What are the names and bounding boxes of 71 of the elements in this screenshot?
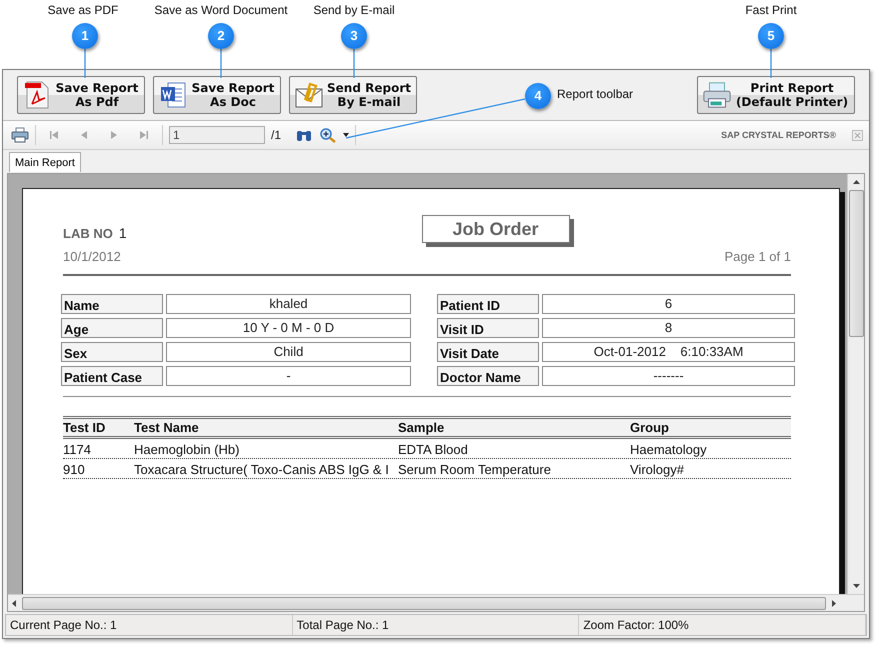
callout-badge: 3	[341, 23, 367, 49]
action-button[interactable]: Save Report As Pdf	[17, 76, 145, 114]
field-label: Visit ID	[437, 318, 539, 338]
caret-icon[interactable]	[343, 133, 350, 137]
action-button[interactable]: Save Report As Doc	[153, 76, 281, 114]
field-label: Sex	[61, 342, 163, 362]
lab-no-value: 1	[118, 225, 127, 241]
table-cell-text: Virology#	[630, 461, 685, 478]
word-document-icon	[158, 80, 188, 110]
scroll-up-icon[interactable]	[852, 180, 860, 184]
field-value: khaled	[166, 294, 411, 314]
callout-badge: 2	[208, 23, 234, 49]
callout-badge: 1	[72, 23, 98, 49]
scroll-right-icon[interactable]	[832, 600, 836, 606]
field-value: -------	[542, 366, 795, 386]
field-label: Doctor Name	[437, 366, 539, 386]
horizontal-scrollbar[interactable]	[8, 594, 864, 611]
brand-label: SAP CRYSTAL REPORTS®	[721, 130, 836, 140]
table-cell-text: Haematology	[630, 441, 708, 458]
table-cell-text: Haemoglobin (Hb)	[134, 441, 240, 458]
scroll-thumb[interactable]	[22, 596, 826, 610]
field-value: 8	[542, 318, 795, 338]
table-cell-text: Serum Room Temperature	[398, 461, 552, 478]
leader-line	[353, 49, 355, 78]
field-value: 6	[542, 294, 795, 314]
vertical-scrollbar[interactable]	[847, 174, 864, 594]
callout-label: Fast Print	[745, 3, 797, 17]
field-label: Age	[61, 318, 163, 338]
callout-label: Save as Word Document	[154, 3, 288, 17]
leader-line	[220, 49, 222, 78]
print-icon[interactable]	[11, 127, 29, 143]
field-label: Name	[61, 294, 163, 314]
scroll-thumb[interactable]	[848, 190, 864, 337]
envelope-paperclip-icon	[294, 80, 324, 110]
status-text: Total Page No.: 1	[292, 615, 580, 635]
leader-line	[84, 49, 86, 78]
status-text: Zoom Factor: 100%	[579, 615, 866, 635]
printer-icon	[702, 80, 732, 110]
scroll-left-icon[interactable]	[12, 600, 16, 606]
action-button[interactable]: Send Report By E-mail	[289, 76, 417, 114]
action-button[interactable]: Print Report (Default Printer)	[697, 76, 855, 114]
column-header: Sample	[398, 419, 446, 436]
close-icon[interactable]	[852, 130, 863, 140]
callout-label: Send by E-mail	[313, 3, 395, 17]
callout-badge: 5	[758, 23, 784, 49]
field-value: 10 Y - 0 M - 0 D	[166, 318, 411, 338]
field-label: Patient ID	[437, 294, 539, 314]
lab-no-label: LAB NO	[63, 226, 113, 241]
leader-line	[770, 49, 772, 78]
table-cell-text: Toxacara Structure( Toxo-Canis ABS IgG & I	[134, 461, 390, 478]
callout-label: Save as PDF	[48, 3, 118, 17]
callout-label: Report toolbar	[557, 87, 634, 101]
column-header: Test Name	[134, 419, 200, 436]
report-date: 10/1/2012	[63, 249, 122, 264]
status-text: Current Page No.: 1	[6, 615, 293, 635]
field-value: -	[166, 366, 411, 386]
page-total: /1	[271, 128, 282, 142]
table-cell-text: 910	[63, 461, 86, 478]
field-value: Child	[166, 342, 411, 362]
field-label: Patient Case	[61, 366, 163, 386]
scroll-down-icon[interactable]	[852, 584, 860, 588]
report-tab[interactable]: Main Report	[9, 152, 81, 172]
page-number-field[interactable]: 1	[169, 126, 265, 144]
field-label: Visit Date	[437, 342, 539, 362]
table-cell-text: EDTA Blood	[398, 441, 469, 458]
field-value: Oct-01-2012 6:10:33AM	[542, 342, 795, 362]
page-indicator: Page 1 of 1	[724, 249, 791, 264]
column-header: Group	[630, 419, 670, 436]
table-cell-text: 1174	[63, 441, 92, 458]
column-header: Test ID	[63, 419, 106, 436]
zoom-in-icon[interactable]	[319, 127, 338, 143]
